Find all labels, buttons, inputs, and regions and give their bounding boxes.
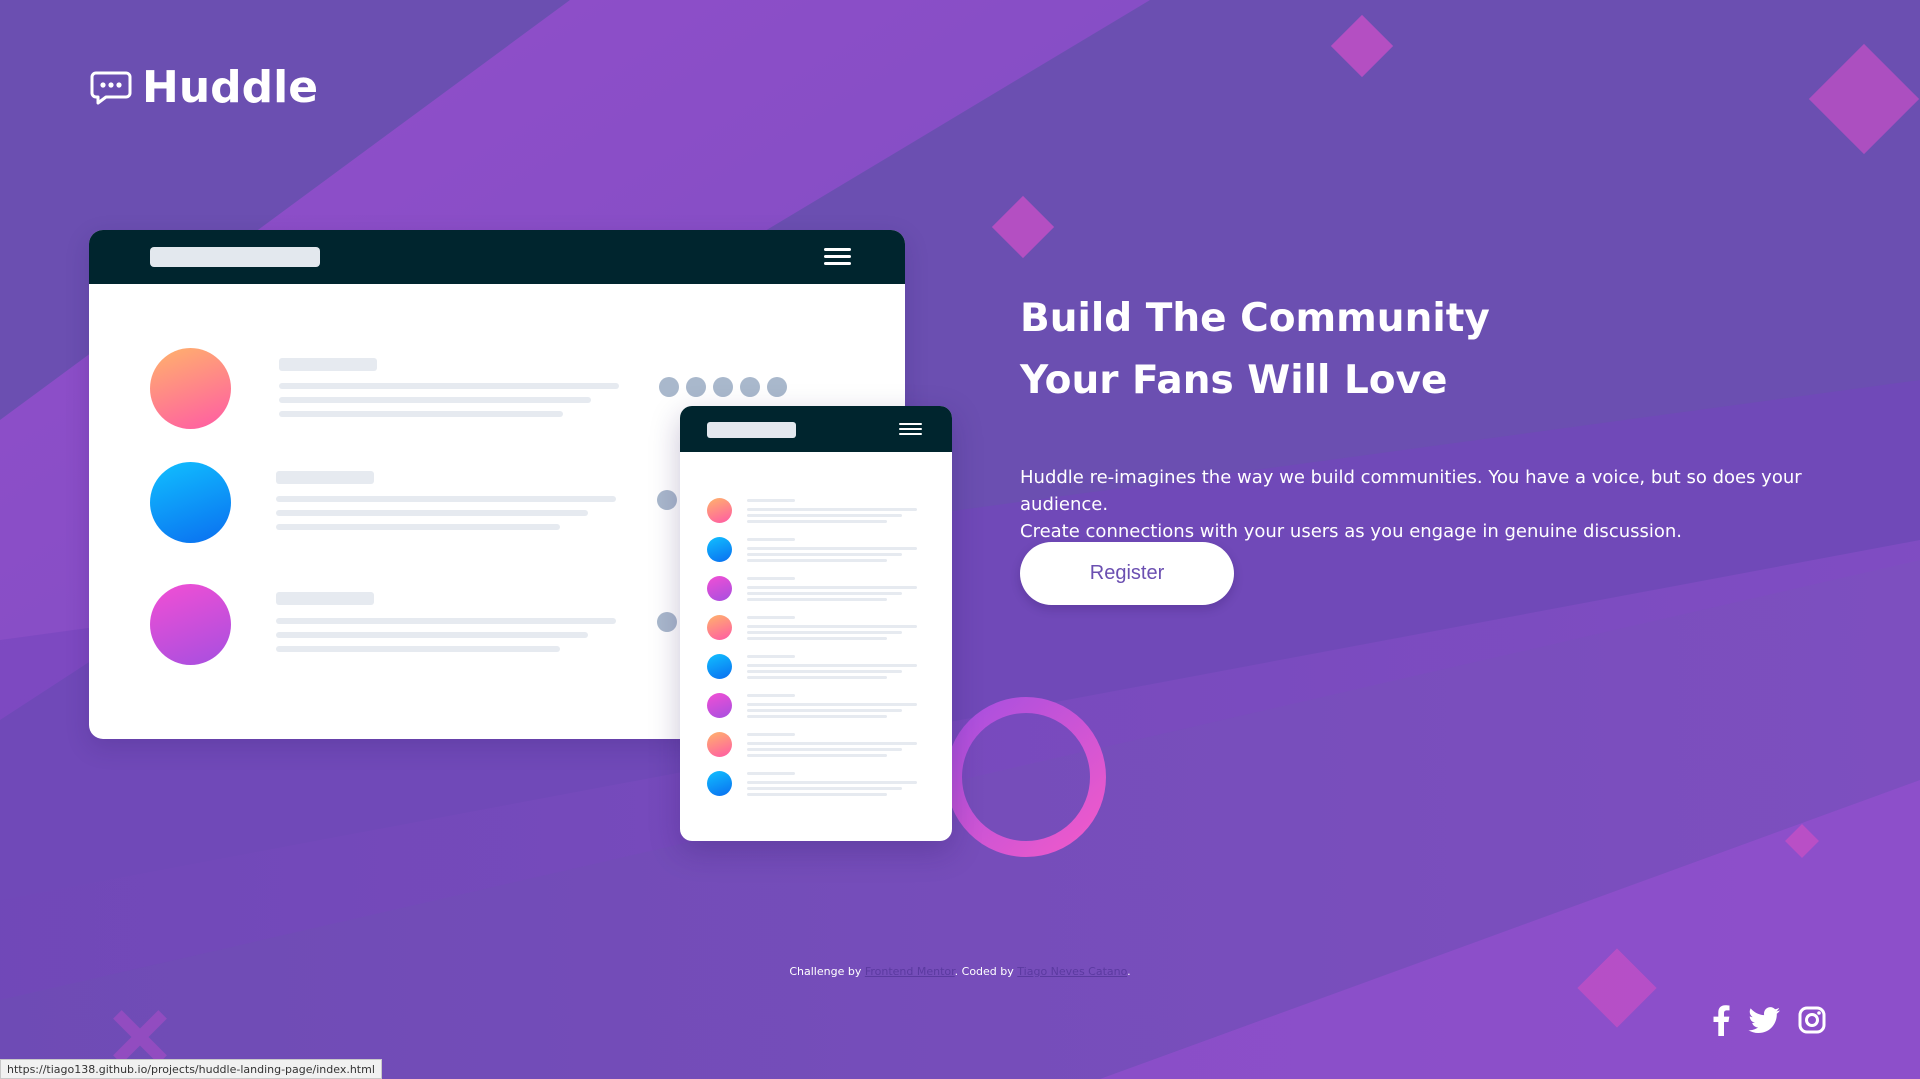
avatar-placeholder [150,462,231,543]
status-bar-url: https://tiago138.github.io/projects/hudd… [0,1059,382,1079]
dot-placeholder [659,377,679,397]
hero-description: Huddle re-imagines the way we build comm… [1020,464,1860,545]
mockup-title-placeholder [150,247,320,267]
dot-placeholder [740,377,760,397]
avatar-placeholder [707,537,732,562]
chat-bubble-icon [90,71,132,104]
attribution-text: . Coded by [954,965,1018,978]
mockup-title-placeholder [707,422,796,438]
attribution-text: . [1127,965,1131,978]
text-placeholder [279,397,591,403]
diamond-shape [1808,43,1920,155]
diamond-shape [1330,14,1394,78]
text-placeholder [276,496,616,502]
hero-description-line: Huddle re-imagines the way we build comm… [1020,467,1802,515]
hero-title-line: Build The Community [1020,296,1490,341]
twitter-icon[interactable] [1746,1003,1782,1037]
text-placeholder [276,471,374,484]
avatar-placeholder [707,771,732,796]
author-link[interactable]: Tiago Neves Catano [1017,965,1127,978]
mockup-list-item [707,732,937,758]
mockup-list-item [707,615,937,641]
avatar-placeholder [707,615,732,640]
text-placeholder [276,618,616,624]
mockup-list-item [707,537,937,563]
dot-placeholder [767,377,787,397]
mockup-header-bar [89,230,905,284]
diamond-shape [991,195,1055,259]
brand-logo[interactable]: Huddle [90,62,318,113]
avatar-placeholder [150,348,231,429]
hero-section: Build The Community Your Fans Will Love … [1020,288,1860,545]
mockup-list-item [707,576,937,602]
text-placeholder [276,592,374,605]
dot-placeholder [686,377,706,397]
avatar-placeholder [707,654,732,679]
text-placeholder [279,383,619,389]
hero-title-line: Your Fans Will Love [1020,358,1448,403]
frontend-mentor-link[interactable]: Frontend Mentor [865,965,955,978]
hero-description-line: Create connections with your users as yo… [1020,521,1683,542]
text-placeholder [279,358,377,371]
avatar-placeholder [707,576,732,601]
register-button[interactable]: Register [1020,542,1234,605]
text-placeholder [276,524,560,530]
mockup-list-item [707,654,937,680]
avatar-placeholder [707,498,732,523]
brand-name: Huddle [142,62,319,113]
mockup-list-item [707,498,937,524]
text-placeholder [276,510,588,516]
dot-placeholder [657,490,677,510]
phone-mockup-illustration [680,406,952,841]
hamburger-icon [824,248,851,265]
text-placeholder [279,411,563,417]
text-placeholder [276,646,560,652]
mockup-list-item [707,771,937,797]
hamburger-icon [899,423,922,435]
facebook-icon[interactable] [1708,1003,1734,1037]
attribution-text: Challenge by [789,965,865,978]
attribution: Challenge by Frontend Mentor. Coded by T… [0,965,1920,978]
mockup-header-bar [680,406,952,452]
page: Huddle Build The Community Your Fans Wil… [0,0,1920,1079]
text-placeholder [276,632,588,638]
mockup-list-item [707,693,937,719]
dot-placeholder [657,612,677,632]
avatar-placeholder [150,584,231,665]
instagram-icon[interactable] [1796,1003,1828,1037]
hero-title: Build The Community Your Fans Will Love [1020,288,1860,412]
dot-placeholder [713,377,733,397]
avatar-placeholder [707,732,732,757]
avatar-placeholder [707,693,732,718]
